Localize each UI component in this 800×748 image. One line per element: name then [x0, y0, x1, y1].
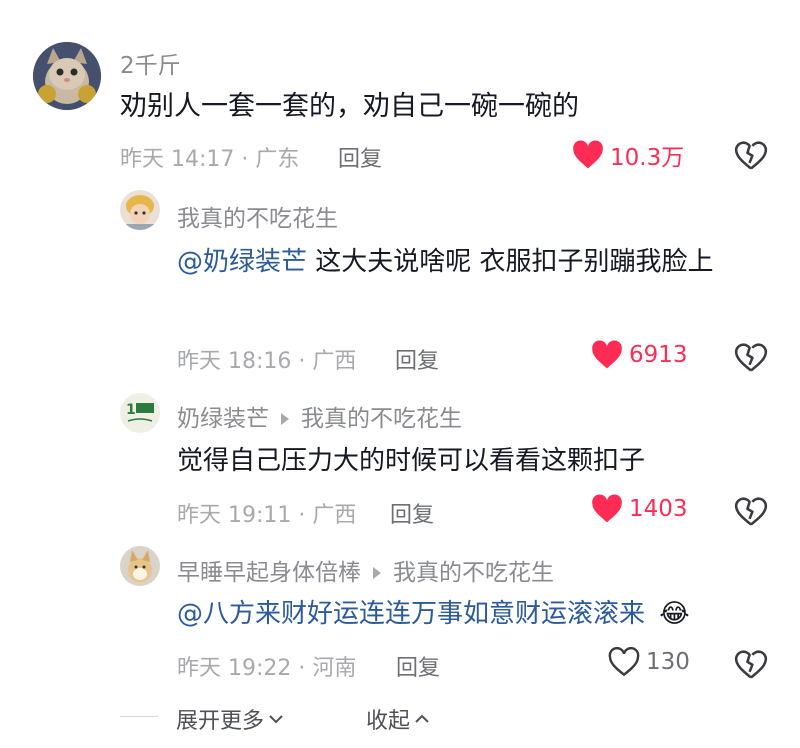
collapse-label: 收起	[366, 709, 411, 734]
heart-filled-icon	[592, 494, 622, 523]
like-count: 10.3万	[610, 145, 685, 171]
comment-time-location: 昨天 18:16 · 广西	[177, 349, 357, 374]
comment-username[interactable]: 2千斤	[120, 46, 181, 80]
mention-link[interactable]: @八方来财好运连连万事如意财运滚滚来	[177, 599, 645, 629]
comment-text: 劝别人一套一套的，劝自己一碗一碗的	[120, 91, 579, 122]
dislike-icon[interactable]	[734, 647, 768, 681]
laughing-crying-emoji-icon: 😂	[659, 599, 690, 629]
like-button[interactable]: 6913	[591, 340, 688, 370]
reply-button[interactable]: 回复	[390, 497, 434, 529]
reply-button[interactable]: 回复	[396, 650, 440, 682]
like-count: 6913	[629, 342, 688, 368]
chevron-down-icon	[269, 715, 283, 724]
reply-to-username[interactable]: 我真的不吃花生	[301, 406, 462, 432]
svg-text:1: 1	[126, 402, 136, 418]
heart-outline-icon	[608, 647, 640, 677]
comment-time-location: 昨天 19:11 · 广西	[177, 503, 357, 528]
reply-arrow-icon	[373, 566, 381, 579]
comment-text: @八方来财好运连连万事如意财运滚滚来 😂	[177, 589, 690, 639]
mention-link[interactable]: @奶绿装芒	[177, 247, 307, 277]
comment-time-location: 昨天 19:22 · 河南	[177, 656, 357, 681]
comment-username-label[interactable]: 奶绿装芒	[177, 406, 269, 432]
like-count: 1403	[629, 496, 688, 522]
comment-body: 这大夫说啥呢 衣服扣子别蹦我脸上	[307, 247, 714, 277]
comment-username-label[interactable]: 早睡早起身体倍棒	[177, 560, 361, 586]
comment-time-location: 昨天 14:17 · 广东	[120, 147, 300, 172]
comment-username[interactable]: 我真的不吃花生	[177, 199, 338, 233]
expand-more-button[interactable]: 展开更多	[176, 703, 284, 735]
comment-username: 早睡早起身体倍棒 我真的不吃花生	[177, 553, 554, 587]
dislike-icon[interactable]	[734, 138, 768, 172]
avatar-dog[interactable]	[120, 546, 160, 586]
like-button[interactable]: 1403	[591, 494, 688, 524]
collapse-button[interactable]: 收起	[366, 703, 430, 735]
dislike-icon[interactable]	[734, 340, 768, 374]
reply-button[interactable]: 回复	[395, 343, 439, 375]
heart-filled-icon	[592, 340, 622, 369]
avatar-cat[interactable]	[33, 42, 101, 110]
comment-text: 觉得自己压力大的时候可以看看这颗扣子	[177, 446, 646, 476]
footer-divider	[120, 716, 158, 717]
reply-arrow-icon	[281, 412, 289, 425]
avatar-brand[interactable]: 1	[120, 393, 160, 433]
reply-to-username[interactable]: 我真的不吃花生	[393, 560, 554, 586]
comment-text: @奶绿装芒 这大夫说啥呢 衣服扣子别蹦我脸上	[177, 237, 767, 287]
like-count: 130	[646, 649, 690, 675]
reply-button[interactable]: 回复	[338, 141, 382, 173]
heart-filled-icon	[573, 140, 603, 169]
chevron-up-icon	[415, 714, 429, 723]
avatar-user[interactable]	[120, 190, 160, 230]
like-button[interactable]: 10.3万	[572, 138, 684, 172]
dislike-icon[interactable]	[734, 494, 768, 528]
comment-username: 奶绿装芒 我真的不吃花生	[177, 399, 462, 433]
like-button[interactable]: 130	[608, 647, 690, 677]
expand-more-label: 展开更多	[176, 709, 265, 734]
